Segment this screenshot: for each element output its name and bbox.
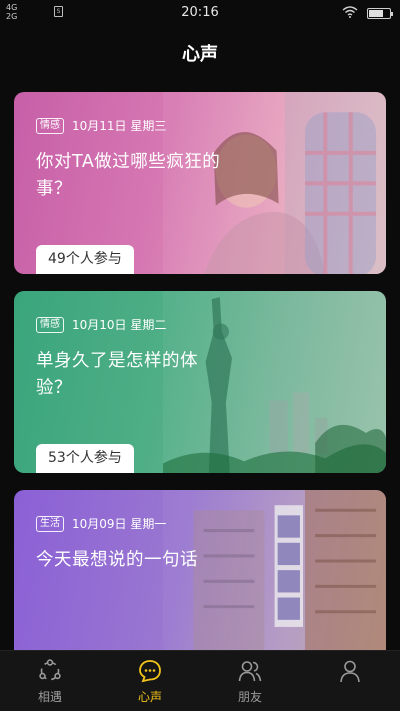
card-meta: 生活 10月09日 星期一: [36, 515, 166, 532]
card-title: 今天最想说的一句话: [36, 550, 198, 570]
nav-label: 朋友: [237, 690, 262, 704]
card-date: 10月09日 星期一: [72, 517, 167, 531]
card-title: 你对TA做过哪些疯狂的事？: [36, 152, 221, 199]
topic-card[interactable]: 情感 10月10日 星期二 单身久了是怎样的体验？ 53个人参与: [14, 291, 386, 473]
friends-icon: [238, 661, 262, 682]
bottom-nav: 相遇 心声 朋友: [0, 650, 400, 711]
battery-icon: [367, 8, 393, 19]
wifi-icon: [342, 6, 358, 18]
status-bar: 4G 2G S 20:16: [0, 0, 400, 26]
category-tag: 情感: [36, 316, 64, 333]
nav-label: 心声: [137, 690, 162, 704]
share-icon: [39, 659, 61, 681]
card-date: 10月10日 星期二: [72, 318, 167, 332]
participants-badge: 49个人参与: [36, 245, 134, 274]
nav-tab-friends[interactable]: 朋友: [200, 651, 300, 711]
card-date: 10月11日 星期三: [72, 119, 167, 133]
participants-badge: 53个人参与: [36, 444, 134, 473]
card-meta: 情感 10月11日 星期三: [36, 117, 166, 134]
card-meta: 情感 10月10日 星期二: [36, 316, 166, 333]
nav-tab-meet[interactable]: 相遇: [0, 651, 100, 711]
clock: 20:16: [181, 5, 219, 20]
topic-card[interactable]: 生活 10月09日 星期一 今天最想说的一句话: [14, 490, 386, 650]
category-tag: 情感: [36, 117, 64, 134]
topic-card[interactable]: 情感 10月11日 星期三 你对TA做过哪些疯狂的事？ 49个人参与: [14, 92, 386, 274]
category-tag: 生活: [36, 515, 64, 532]
chat-bubble-icon: [139, 660, 161, 683]
card-title: 单身久了是怎样的体验？: [36, 351, 198, 398]
nav-tab-profile[interactable]: [300, 651, 400, 711]
nav-tab-voice[interactable]: 心声: [100, 651, 200, 711]
page-title: 心声: [182, 44, 218, 65]
nav-label: 相遇: [37, 690, 62, 704]
profile-icon: [340, 660, 360, 683]
